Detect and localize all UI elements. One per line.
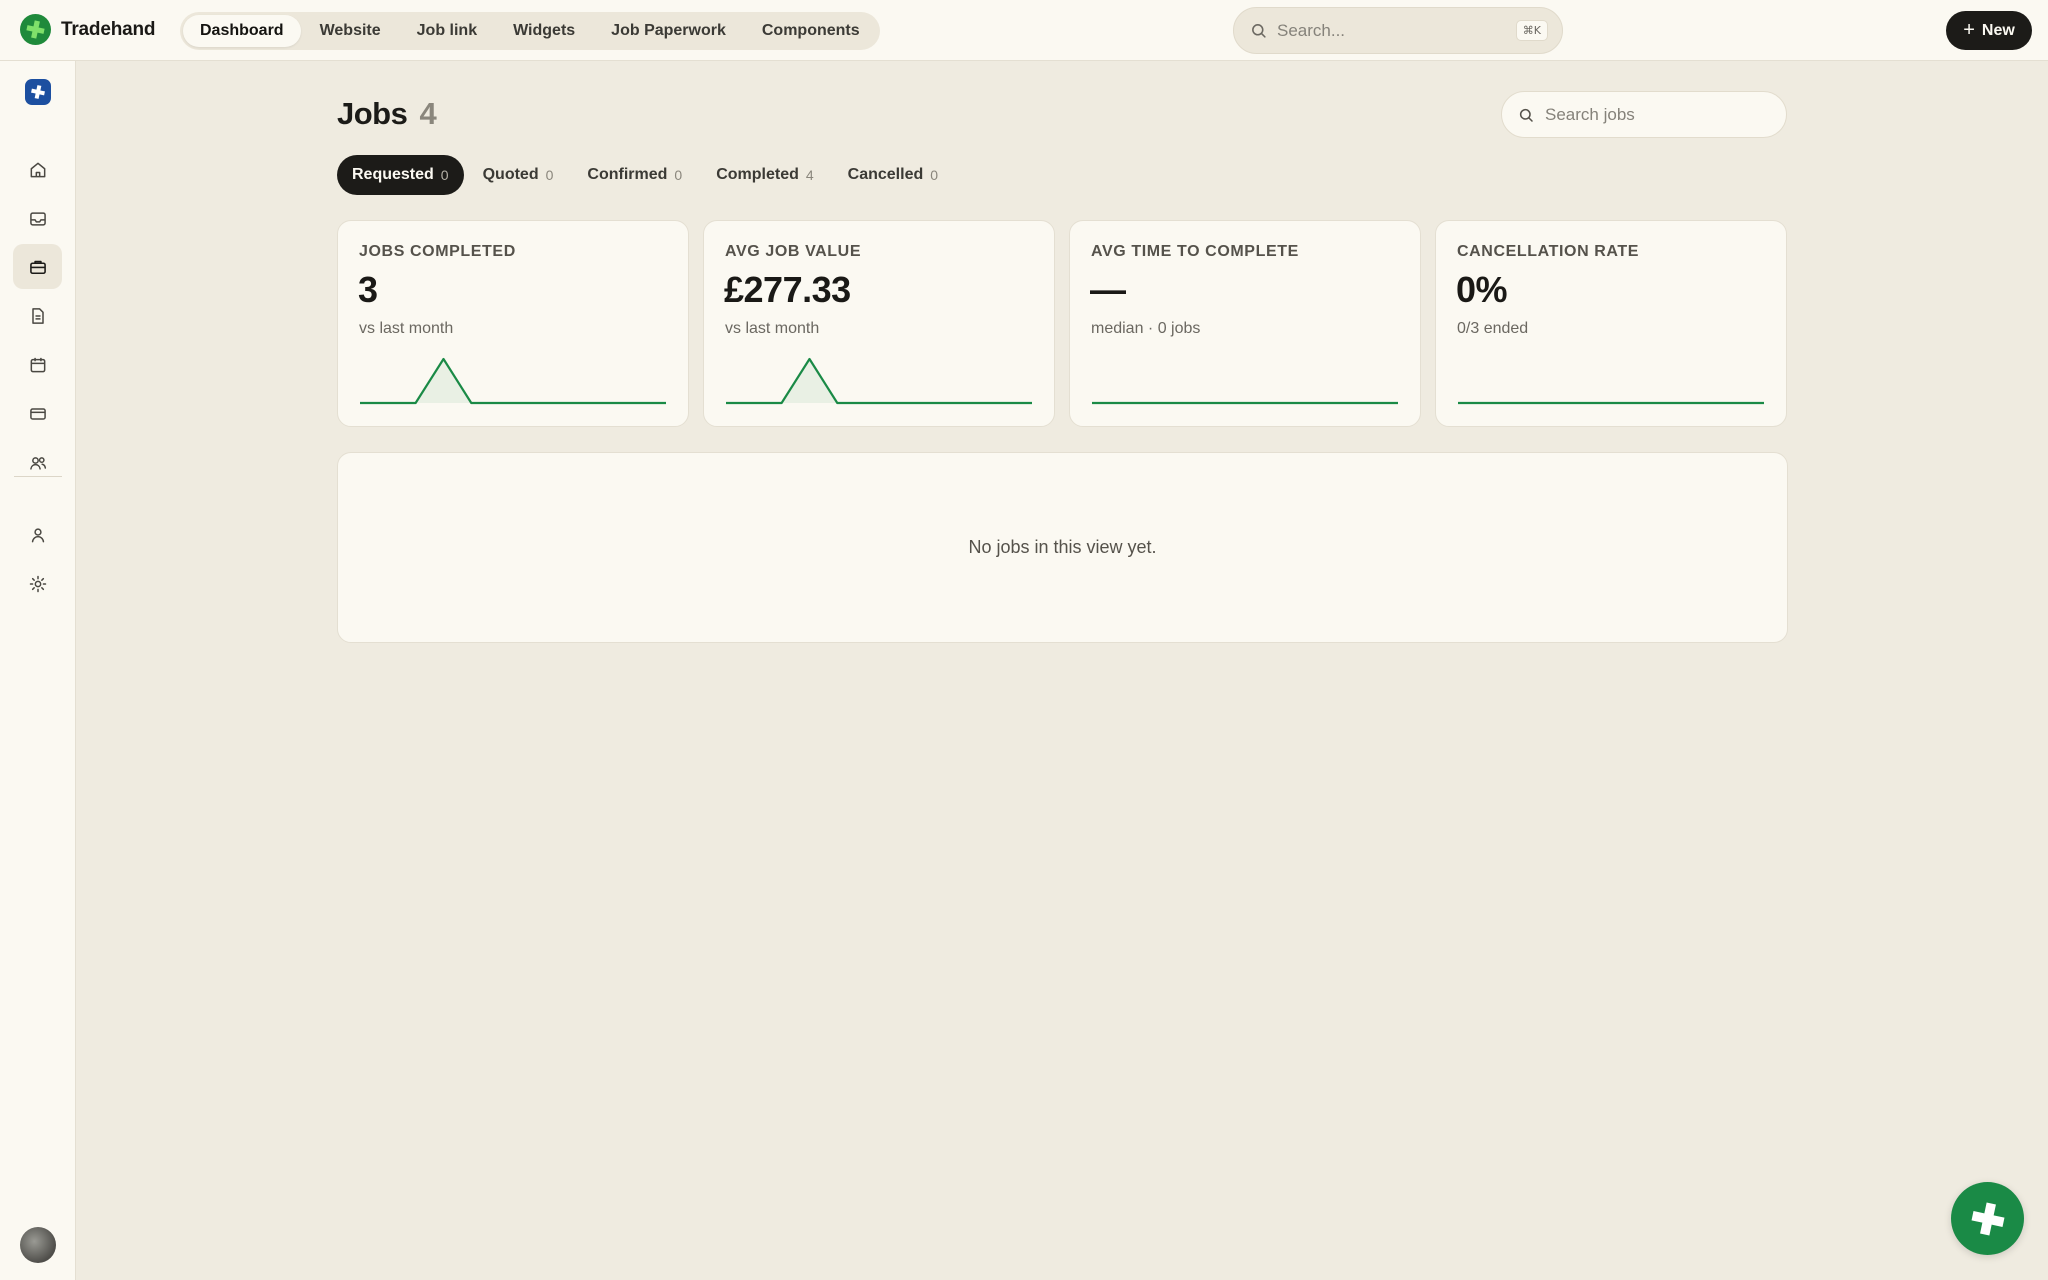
credit-card-icon xyxy=(29,407,46,420)
home-icon xyxy=(30,162,45,177)
sparkline-area xyxy=(360,359,666,403)
sidebar-item-profile[interactable] xyxy=(13,512,62,557)
stat-subtext: vs last month xyxy=(359,320,454,337)
jobs-list-empty-state: No jobs in this view yet. xyxy=(337,452,1788,643)
user-icon xyxy=(31,527,44,542)
sparkline xyxy=(1458,401,1764,405)
stat-value: 0% xyxy=(1456,269,1508,310)
tab-cancelled[interactable]: Cancelled 0 xyxy=(833,155,953,195)
plus-icon: + xyxy=(1963,18,1975,41)
top-bar: Tradehand Dashboard Website Job link Wid… xyxy=(0,0,2048,61)
assistant-fab-button[interactable] xyxy=(1951,1182,2024,1255)
sparkline-line xyxy=(360,357,666,405)
tab-confirmed[interactable]: Confirmed 0 xyxy=(572,155,697,195)
stats-cards: JOBS COMPLETED 3 vs last month AVG JOB V… xyxy=(337,220,1787,427)
empty-state-text: No jobs in this view yet. xyxy=(968,537,1157,557)
nav-tab-website[interactable]: Website xyxy=(303,15,398,47)
search-shortcut-badge: ⌘K xyxy=(1515,20,1548,41)
stat-label: JOBS COMPLETED xyxy=(359,243,516,260)
nav-tab-job-link[interactable]: Job link xyxy=(400,15,494,47)
document-icon xyxy=(31,307,44,324)
sidebar-item-customers[interactable] xyxy=(13,440,62,485)
stat-card-avg-time-to-complete: AVG TIME TO COMPLETE — median · 0 jobs xyxy=(1069,220,1421,427)
stat-value: £277.33 xyxy=(724,269,851,310)
tab-count: 0 xyxy=(440,167,449,183)
sidebar-item-payments[interactable] xyxy=(13,391,62,436)
search-icon xyxy=(1252,24,1266,38)
stat-value: — xyxy=(1090,269,1126,310)
user-avatar[interactable] xyxy=(20,1227,56,1263)
tab-quoted[interactable]: Quoted 0 xyxy=(468,155,569,195)
nav-tab-components[interactable]: Components xyxy=(745,15,877,47)
sparkline-area xyxy=(726,359,1032,403)
page-title-text: Jobs xyxy=(337,96,408,131)
stat-subtext: vs last month xyxy=(725,320,820,337)
users-icon xyxy=(29,456,46,470)
sidebar-item-home[interactable] xyxy=(13,147,62,192)
stat-label: AVG TIME TO COMPLETE xyxy=(1091,243,1299,260)
nav-tab-job-paperwork[interactable]: Job Paperwork xyxy=(594,15,743,47)
tab-requested[interactable]: Requested 0 xyxy=(337,155,464,195)
sidebar-item-documents[interactable] xyxy=(13,293,62,338)
tradehand-logo-icon xyxy=(1971,1202,2004,1235)
search-icon xyxy=(1519,108,1533,122)
top-nav-tabs: Dashboard Website Job link Widgets Job P… xyxy=(180,12,880,50)
sparkline xyxy=(1092,401,1398,405)
page-title-count: 4 xyxy=(419,96,437,131)
tab-label: Cancelled xyxy=(847,166,924,183)
tab-label: Confirmed xyxy=(587,166,668,183)
stat-card-jobs-completed: JOBS COMPLETED 3 vs last month xyxy=(337,220,689,427)
sparkline xyxy=(360,357,666,405)
sidebar xyxy=(0,61,76,1280)
sidebar-item-inbox[interactable] xyxy=(13,196,62,241)
stat-label: AVG JOB VALUE xyxy=(725,243,862,260)
new-button-label: New xyxy=(1981,21,2015,39)
global-search-input[interactable]: Search... ⌘K xyxy=(1233,7,1563,54)
sidebar-divider xyxy=(14,476,62,477)
jobs-search-placeholder: Search jobs xyxy=(1545,104,1635,124)
stat-card-cancellation-rate: CANCELLATION RATE 0% 0/3 ended xyxy=(1435,220,1787,427)
status-tabs: Requested 0 Quoted 0 Confirmed 0 Complet… xyxy=(337,155,953,195)
sparkline xyxy=(726,357,1032,405)
tab-label: Quoted xyxy=(482,166,539,183)
sidebar-item-settings[interactable] xyxy=(13,561,62,606)
stat-label: CANCELLATION RATE xyxy=(1457,243,1640,260)
calendar-icon xyxy=(30,357,45,372)
sparkline-line xyxy=(726,357,1032,405)
jobs-search-input[interactable]: Search jobs xyxy=(1501,91,1787,138)
nav-tab-widgets[interactable]: Widgets xyxy=(496,15,592,47)
inbox-icon xyxy=(29,211,46,226)
brand[interactable]: Tradehand xyxy=(20,14,155,45)
settings-icon xyxy=(29,575,46,592)
stat-subtext: median · 0 jobs xyxy=(1091,320,1201,337)
tab-label: Requested xyxy=(352,166,434,183)
briefcase-icon xyxy=(29,260,46,274)
page-title: Jobs 4 xyxy=(337,96,437,132)
workspace-logo-icon[interactable] xyxy=(25,79,51,105)
nav-tab-dashboard[interactable]: Dashboard xyxy=(183,15,301,47)
tab-label: Completed xyxy=(716,166,799,183)
tab-count: 0 xyxy=(674,167,683,183)
tab-completed[interactable]: Completed 4 xyxy=(701,155,828,195)
tab-count: 0 xyxy=(545,167,554,183)
brand-name: Tradehand xyxy=(61,18,156,40)
tab-count: 4 xyxy=(805,167,814,183)
new-button[interactable]: + New xyxy=(1946,11,2032,50)
global-search-placeholder: Search... xyxy=(1277,20,1346,40)
sidebar-item-calendar[interactable] xyxy=(13,342,62,387)
stat-subtext: 0/3 ended xyxy=(1457,320,1529,337)
stat-value: 3 xyxy=(358,269,378,310)
stat-card-avg-job-value: AVG JOB VALUE £277.33 vs last month xyxy=(703,220,1055,427)
tab-count: 0 xyxy=(930,167,939,183)
sidebar-item-jobs[interactable] xyxy=(13,244,62,289)
tradehand-logo-icon xyxy=(20,14,51,45)
